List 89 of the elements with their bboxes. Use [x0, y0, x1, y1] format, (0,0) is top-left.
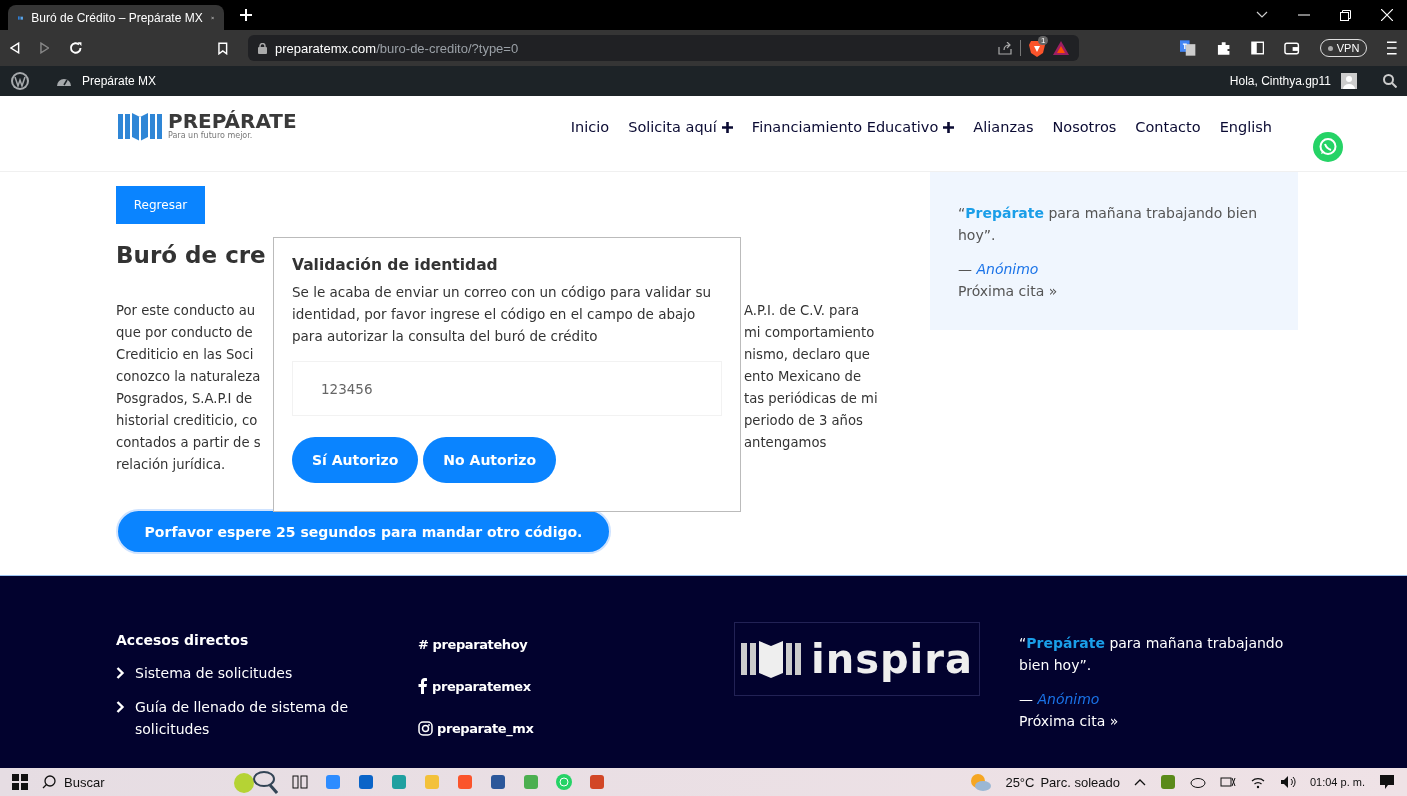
back-icon[interactable]	[10, 42, 20, 54]
authorize-button[interactable]: Sí Autorizo	[292, 437, 419, 483]
weather-icon	[969, 772, 992, 792]
menu-icon[interactable]	[1387, 41, 1397, 55]
sidebar-icon[interactable]	[1251, 41, 1265, 55]
next-quote-link[interactable]: Próxima cita »	[1019, 713, 1119, 729]
paragraph-text: conozco la naturaleza	[116, 368, 262, 386]
share-icon[interactable]	[998, 41, 1012, 55]
weather-text: Parc. soleado	[1040, 774, 1120, 790]
dialog-title: Validación de identidad	[292, 256, 499, 274]
browser-tab[interactable]: Buró de Crédito – Prepárate MX	[8, 5, 224, 30]
paragraph-text: contados a partir de s	[116, 434, 262, 452]
cloud-icon[interactable]	[1189, 776, 1206, 788]
reload-icon[interactable]	[69, 41, 83, 55]
paragraph-text: Posgrados, S.A.P.I de	[116, 390, 254, 408]
paragraph-text: Crediticio en las Soci	[116, 346, 255, 364]
code-input-field[interactable]: 123456	[292, 361, 722, 416]
lock-icon	[258, 42, 267, 54]
task-view-icon[interactable]	[292, 774, 309, 790]
book-logo-icon	[740, 639, 801, 679]
quote-author: — Anónimo	[958, 260, 1040, 279]
search-icon[interactable]	[1383, 74, 1397, 88]
nav-link[interactable]: English	[1219, 116, 1272, 138]
site-name-link[interactable]: Prepárate MX	[82, 74, 157, 88]
chevron-right-icon	[116, 701, 125, 713]
bookmark-icon[interactable]	[218, 41, 228, 55]
footer-heading: Accesos directos	[116, 632, 250, 648]
authorize-button[interactable]: No Autorizo	[423, 437, 557, 483]
facebook-icon	[418, 678, 428, 694]
logo-tagline: Para un futuro mejor.	[168, 131, 254, 141]
notification-icon[interactable]	[1379, 774, 1395, 790]
instagram-icon	[418, 720, 433, 736]
wifi-icon[interactable]	[1249, 775, 1266, 789]
windows-icon[interactable]	[12, 774, 28, 790]
wordpress-icon[interactable]	[10, 71, 30, 91]
taskbar-search-field[interactable]: Buscar	[64, 774, 105, 790]
triangle-icon[interactable]	[1053, 41, 1069, 55]
quote-text: “Prepárate para mañana trabajando bien hoy”.	[958, 204, 1258, 245]
restore-icon[interactable]	[1340, 9, 1351, 21]
paragraph-text: antengamos	[744, 434, 828, 452]
paragraph-text: tas periódicas de mi	[744, 390, 878, 408]
footer-link[interactable]: Sistema de solicitudes	[135, 662, 293, 684]
nav-link[interactable]: Nosotros	[1052, 116, 1117, 138]
chevron-right-icon	[116, 667, 125, 679]
puzzle-icon[interactable]	[1215, 40, 1231, 56]
next-quote-link[interactable]: Próxima cita »	[958, 283, 1058, 299]
wallet-icon[interactable]	[1284, 41, 1300, 55]
paragraph-text: nismo, declaro que	[744, 346, 871, 364]
nav-link[interactable]: Contacto	[1135, 116, 1201, 138]
paragraph-text: mi comportamiento	[744, 324, 876, 342]
paragraph-text: A.P.I. de C.V. para	[744, 302, 861, 320]
clock-text[interactable]: 01:04 p. m.	[1309, 776, 1365, 788]
address-bar[interactable]: preparatemx.com/buro-de-credito/?type=0 1	[248, 35, 1079, 61]
paragraph-text: que por conducto de	[116, 324, 254, 342]
forward-icon[interactable]	[39, 42, 50, 54]
dialog-message: Se le acaba de enviar un correo con un código para validar su identidad, por favor ingrese el código en el campo de abajo para autorizar la consulta del buró de crédito	[292, 283, 713, 346]
speaker-icon[interactable]	[1279, 775, 1296, 789]
logo-name: PREPÁRATE	[168, 111, 297, 131]
nav-link[interactable]: Financiamiento Educativo	[751, 116, 939, 138]
quote-author: — Anónimo	[1019, 690, 1101, 709]
extension-badge: 1	[1038, 36, 1049, 45]
plus-icon[interactable]	[721, 122, 733, 133]
nav-link[interactable]: Inicio	[570, 116, 610, 138]
paragraph-text: Por este conducto au	[116, 302, 257, 320]
temperature-text: 25°C	[1005, 774, 1035, 790]
quote-text: “Prepárate para mañana trabajando bien hoy”.	[1019, 634, 1285, 675]
paragraph-text: relación jurídica.	[116, 456, 227, 474]
plus-icon[interactable]	[943, 122, 955, 133]
translate-icon[interactable]	[1180, 40, 1196, 56]
nav-link[interactable]: Alianzas	[973, 116, 1034, 138]
resend-wait-button[interactable]: Porfavor espere 25 segundos para mandar otro código.	[116, 509, 611, 554]
avatar-icon	[1341, 73, 1357, 89]
page-heading: Buró de cre	[116, 242, 266, 270]
paragraph-text: ento Mexicano de	[744, 368, 863, 386]
back-button[interactable]: Regresar	[116, 186, 205, 224]
greeting-link[interactable]: Hola, Cinthya.gp11	[1229, 74, 1331, 88]
chevron-down-icon[interactable]	[1256, 11, 1268, 19]
inspira-logo: inspira	[734, 622, 980, 696]
social-link[interactable]: # preparatehoy	[418, 636, 528, 652]
social-link[interactable]: preparate_mx	[437, 720, 534, 736]
book-logo-icon	[118, 111, 162, 141]
social-link[interactable]: preparatemex	[432, 678, 531, 694]
paragraph-text: historial crediticio, co	[116, 412, 259, 430]
search-icon	[42, 775, 56, 789]
close-icon[interactable]	[1381, 9, 1393, 21]
nav-link[interactable]: Solicita aquí	[628, 116, 717, 138]
chevron-up-icon[interactable]	[1133, 778, 1146, 786]
footer-link[interactable]: Guía de llenado de sistema de solicitudes	[135, 696, 376, 740]
paragraph-text: periodo de 3 años	[744, 412, 864, 430]
